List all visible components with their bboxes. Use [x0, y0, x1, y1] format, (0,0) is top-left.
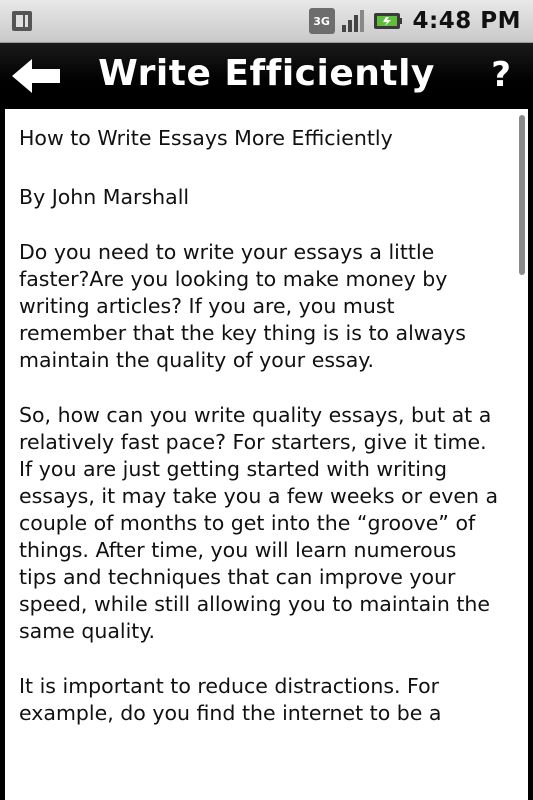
notification-icon: [12, 11, 32, 31]
status-bar: 3G 4:48 PM: [0, 0, 533, 43]
article-paragraph: Do you need to write your essays a littl…: [19, 240, 466, 372]
article-paragraph: So, how can you write quality essays, bu…: [19, 403, 499, 643]
page-title: Write Efficiently: [98, 53, 435, 94]
network-3g-icon: 3G: [308, 8, 335, 34]
article-paragraph: It is important to reduce distractions. …: [19, 674, 442, 725]
article-byline: By John Marshall: [19, 185, 190, 209]
article-title: How to Write Essays More Efficiently: [19, 126, 393, 150]
article-view[interactable]: How to Write Essays More Efficiently By …: [5, 109, 528, 800]
signal-strength-icon: [341, 10, 364, 32]
article-body: How to Write Essays More Efficiently By …: [5, 109, 528, 727]
help-button[interactable]: ?: [491, 55, 511, 95]
clock: 4:48 PM: [412, 8, 521, 34]
status-icons: 3G 4:48 PM: [308, 6, 521, 36]
scrollbar[interactable]: [519, 115, 525, 275]
battery-icon: [373, 13, 402, 29]
title-bar: Write Efficiently ?: [0, 43, 533, 109]
